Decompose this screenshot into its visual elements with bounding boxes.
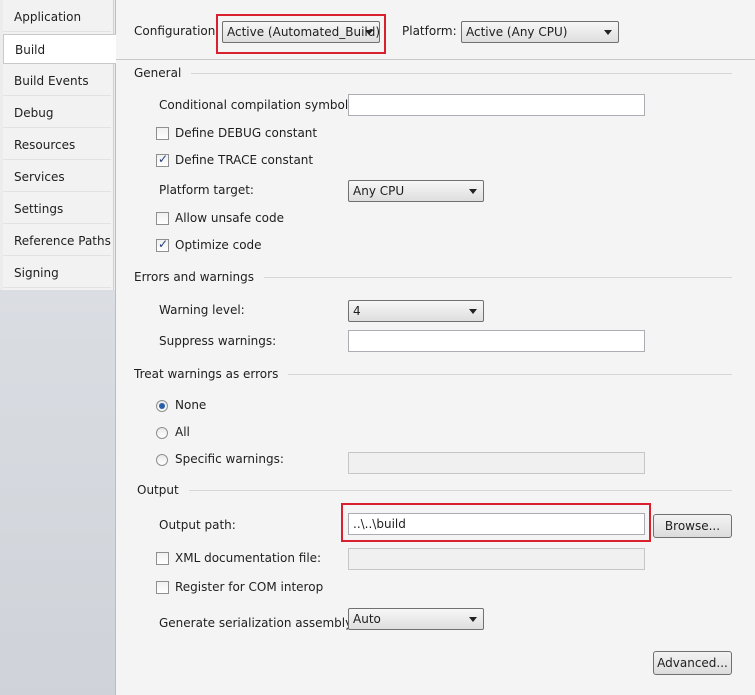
treat-specific-radio[interactable] bbox=[156, 454, 168, 466]
sidebar-item-application[interactable]: Application bbox=[3, 2, 111, 32]
chevron-down-icon bbox=[469, 309, 477, 314]
treat-all-label: All bbox=[175, 425, 190, 439]
define-debug-checkbox[interactable] bbox=[156, 127, 169, 140]
radio-selected-dot bbox=[159, 403, 165, 409]
platform-value: Active (Any CPU) bbox=[466, 25, 568, 39]
platform-label: Platform: bbox=[402, 24, 457, 38]
suppress-warnings-label: Suppress warnings: bbox=[159, 334, 277, 348]
define-trace-label: Define TRACE constant bbox=[175, 153, 314, 167]
configuration-label: Configuration: bbox=[134, 24, 220, 38]
advanced-button[interactable]: Advanced... bbox=[653, 651, 732, 675]
sidebar-item-build[interactable]: Build bbox=[3, 34, 116, 64]
check-icon: ✓ bbox=[158, 237, 169, 251]
header-divider bbox=[116, 59, 755, 60]
sidebar-item-signing[interactable]: Signing bbox=[3, 258, 111, 288]
serialization-assembly-value: Auto bbox=[353, 612, 381, 626]
general-section-title: General bbox=[134, 66, 192, 80]
optimize-code-checkbox[interactable]: ✓ bbox=[156, 237, 169, 252]
warning-level-dropdown[interactable]: 4 bbox=[348, 300, 484, 322]
com-interop-checkbox[interactable] bbox=[156, 581, 169, 594]
define-trace-checkbox[interactable]: ✓ bbox=[156, 152, 169, 167]
chevron-down-icon bbox=[469, 617, 477, 622]
sidebar-item-reference-paths[interactable]: Reference Paths bbox=[3, 226, 111, 256]
chevron-down-icon bbox=[469, 189, 477, 194]
chevron-down-icon bbox=[365, 30, 373, 35]
chevron-down-icon bbox=[604, 30, 612, 35]
optimize-code-label: Optimize code bbox=[175, 238, 262, 252]
build-properties-panel: Configuration: Active (Automated_Build) … bbox=[115, 0, 755, 695]
treat-warnings-section-rule bbox=[266, 374, 732, 375]
sidebar-item-services[interactable]: Services bbox=[3, 162, 111, 192]
errors-section-rule bbox=[246, 277, 732, 278]
output-path-input[interactable]: ..\..\build bbox=[348, 513, 645, 535]
output-section-title: Output bbox=[137, 483, 189, 497]
conditional-symbols-input[interactable] bbox=[348, 94, 645, 116]
output-path-label: Output path: bbox=[159, 518, 236, 532]
platform-dropdown[interactable]: Active (Any CPU) bbox=[461, 21, 619, 43]
warning-level-label: Warning level: bbox=[159, 303, 245, 317]
treat-specific-label: Specific warnings: bbox=[175, 452, 284, 466]
sidebar: Application Build Build Events Debug Res… bbox=[0, 0, 116, 695]
allow-unsafe-checkbox[interactable] bbox=[156, 212, 169, 225]
xml-documentation-label: XML documentation file: bbox=[175, 551, 322, 565]
allow-unsafe-label: Allow unsafe code bbox=[175, 211, 285, 225]
platform-target-label: Platform target: bbox=[159, 183, 254, 197]
configuration-value: Active (Automated_Build) bbox=[227, 25, 381, 39]
conditional-symbols-label: Conditional compilation symbols: bbox=[159, 98, 359, 112]
general-section-rule bbox=[180, 73, 732, 74]
treat-none-label: None bbox=[175, 398, 207, 412]
browse-button[interactable]: Browse... bbox=[653, 514, 732, 538]
suppress-warnings-input[interactable] bbox=[348, 330, 645, 352]
sidebar-background bbox=[0, 290, 115, 695]
treat-warnings-section-title: Treat warnings as errors bbox=[134, 367, 289, 381]
com-interop-label: Register for COM interop bbox=[175, 580, 324, 594]
output-section-rule bbox=[182, 490, 732, 491]
warning-level-value: 4 bbox=[353, 304, 361, 318]
platform-target-dropdown[interactable]: Any CPU bbox=[348, 180, 484, 202]
sidebar-item-debug[interactable]: Debug bbox=[3, 98, 111, 128]
serialization-assembly-label: Generate serialization assembly: bbox=[159, 616, 356, 630]
treat-none-radio[interactable] bbox=[156, 400, 168, 412]
sidebar-item-settings[interactable]: Settings bbox=[3, 194, 111, 224]
serialization-assembly-dropdown[interactable]: Auto bbox=[348, 608, 484, 630]
define-debug-label: Define DEBUG constant bbox=[175, 126, 318, 140]
sidebar-item-resources[interactable]: Resources bbox=[3, 130, 111, 160]
xml-documentation-checkbox[interactable] bbox=[156, 552, 169, 565]
check-icon: ✓ bbox=[158, 152, 169, 166]
errors-section-title: Errors and warnings bbox=[134, 270, 265, 284]
treat-all-radio[interactable] bbox=[156, 427, 168, 439]
platform-target-value: Any CPU bbox=[353, 184, 405, 198]
xml-documentation-input bbox=[348, 548, 645, 570]
sidebar-item-build-events[interactable]: Build Events bbox=[3, 66, 111, 96]
configuration-dropdown[interactable]: Active (Automated_Build) bbox=[222, 21, 380, 43]
specific-warnings-input bbox=[348, 452, 645, 474]
